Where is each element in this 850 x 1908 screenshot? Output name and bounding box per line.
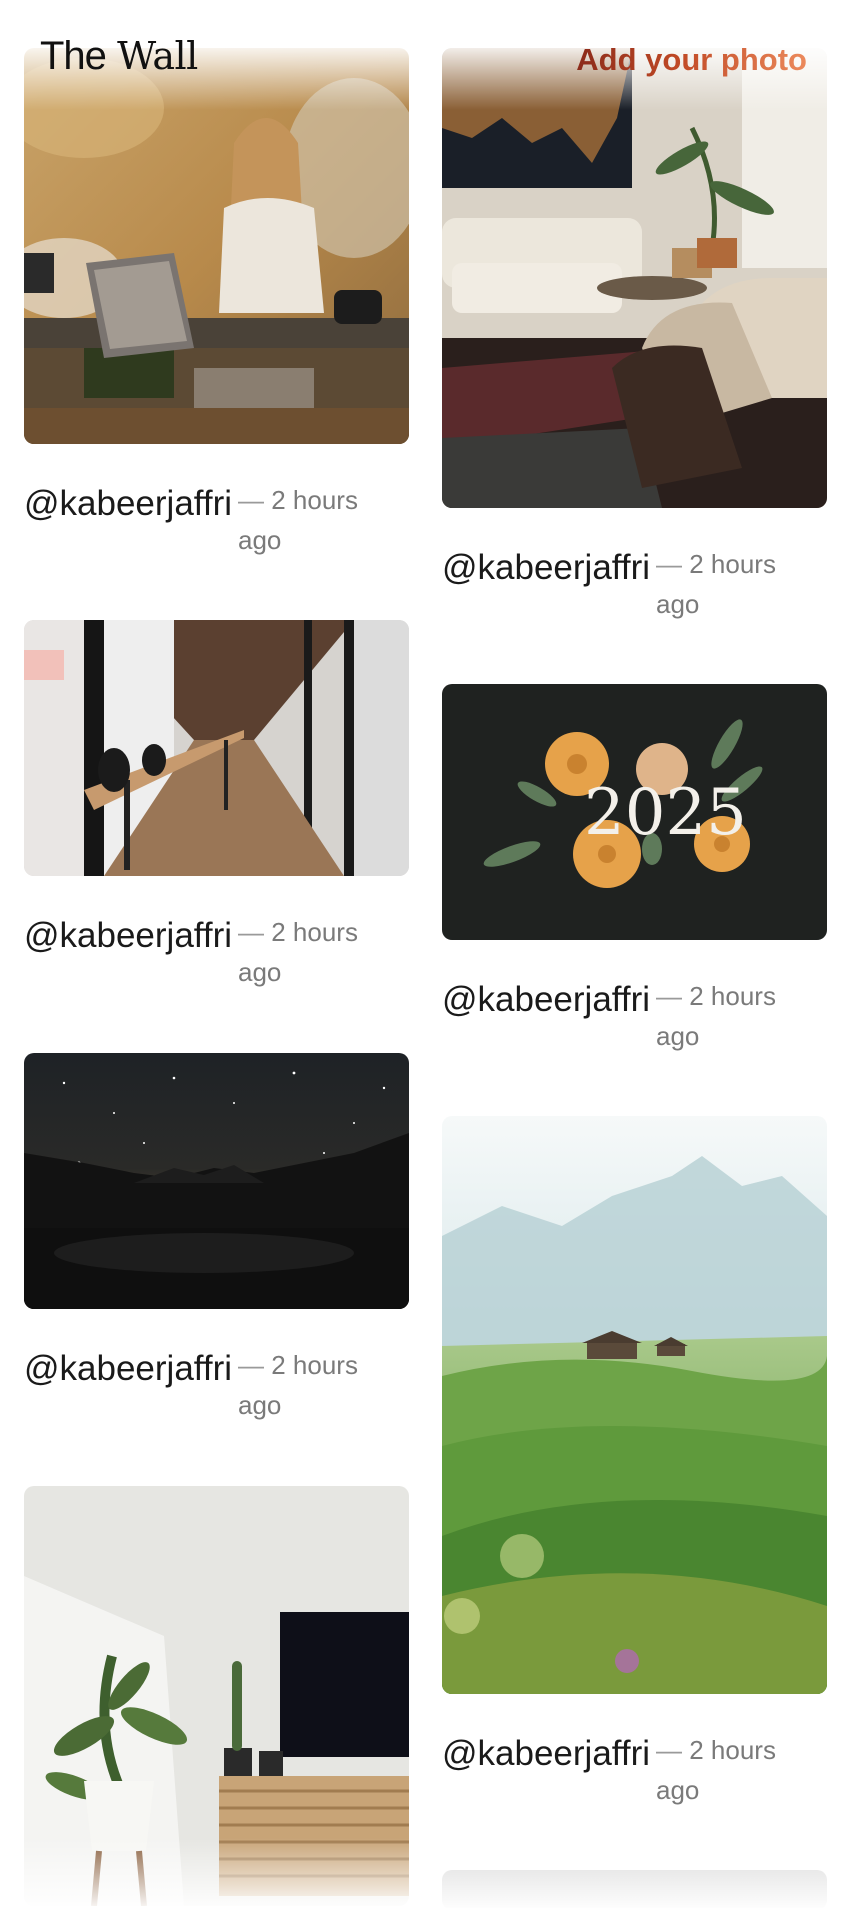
post-meta: @kabeerjaffri — 2 hours ago bbox=[442, 544, 827, 624]
photo-card[interactable]: @kabeerjaffri — 2 hours ago bbox=[442, 1116, 827, 1810]
post-time: — 2 hours ago bbox=[656, 549, 776, 619]
photo-card[interactable]: 2025 @kabeerjaffri — 2 hours ago bbox=[442, 684, 827, 1056]
year-text: 2025 bbox=[584, 776, 747, 850]
post-meta: @kabeerjaffri — 2 hours ago bbox=[24, 1345, 409, 1425]
photo-paper-flowers[interactable]: 2025 bbox=[442, 684, 827, 940]
photo-next[interactable] bbox=[442, 1870, 827, 1908]
photo-card[interactable]: @kabeerjaffri — 2 hours ago bbox=[24, 48, 409, 560]
post-meta: @kabeerjaffri — 2 hours ago bbox=[24, 912, 409, 992]
post-time: — 2 hours ago bbox=[656, 981, 776, 1051]
author-handle[interactable]: @kabeerjaffri bbox=[442, 1734, 650, 1774]
post-meta: @kabeerjaffri — 2 hours ago bbox=[24, 480, 409, 560]
author-handle[interactable]: @kabeerjaffri bbox=[24, 916, 232, 956]
app-logo[interactable]: The Wall bbox=[40, 34, 198, 79]
photo-card[interactable]: @kabeerjaffri — 2 hours ago bbox=[442, 48, 827, 624]
photo-card[interactable]: @kabeerjaffri — 2 hours ago bbox=[24, 1053, 409, 1425]
photo-green-hills[interactable] bbox=[442, 1116, 827, 1694]
author-handle[interactable]: @kabeerjaffri bbox=[442, 980, 650, 1020]
photo-plants-cabinet[interactable] bbox=[24, 1486, 409, 1906]
add-photo-button[interactable]: Add your photo bbox=[576, 42, 807, 78]
photo-lounge[interactable] bbox=[442, 48, 827, 508]
author-handle[interactable]: @kabeerjaffri bbox=[24, 1349, 232, 1389]
post-time: — 2 hours ago bbox=[238, 485, 358, 555]
photo-office-corridor[interactable] bbox=[24, 620, 409, 876]
post-time: — 2 hours ago bbox=[238, 917, 358, 987]
photo-card[interactable] bbox=[24, 1486, 409, 1906]
post-time: — 2 hours ago bbox=[656, 1735, 776, 1805]
post-time: — 2 hours ago bbox=[238, 1350, 358, 1420]
post-meta: @kabeerjaffri — 2 hours ago bbox=[442, 1730, 827, 1810]
photo-card[interactable]: @kabeerjaffri — 2 hours ago bbox=[24, 620, 409, 992]
photo-night-sky[interactable] bbox=[24, 1053, 409, 1309]
photo-card[interactable] bbox=[442, 1870, 827, 1908]
top-bar: The Wall Add your photo bbox=[0, 0, 850, 110]
author-handle[interactable]: @kabeerjaffri bbox=[24, 484, 232, 524]
post-meta: @kabeerjaffri — 2 hours ago bbox=[442, 976, 827, 1056]
author-handle[interactable]: @kabeerjaffri bbox=[442, 548, 650, 588]
